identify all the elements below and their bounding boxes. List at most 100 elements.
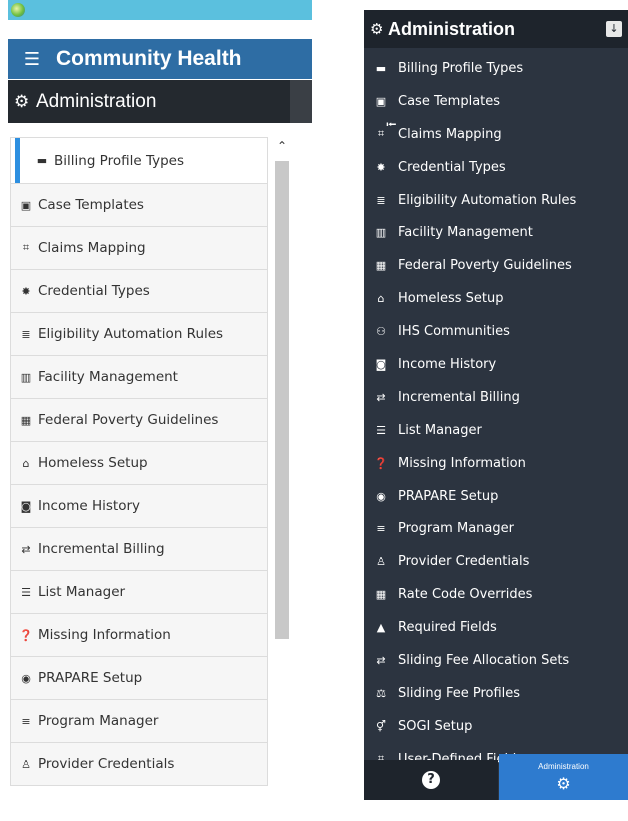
menu-item-label: Provider Credentials [398,554,530,570]
section-header[interactable]: ⚙ Administration [8,80,312,123]
menu-item[interactable]: ▲ Required Fields [364,611,628,644]
list-icon: ☰ [376,423,386,437]
menu-item-label: PRAPARE Setup [398,488,499,504]
menu-item[interactable]: ⚖ Sliding Fee Profiles [364,677,628,710]
sliders-icon: ≣ [376,193,386,207]
menu-item[interactable]: ☰ List Manager [364,414,628,447]
section-header-side [290,80,312,123]
home-icon: ⌂ [22,456,30,470]
user-circle-icon: ◉ [376,489,386,503]
administration-button[interactable]: Administration ⚙ [499,754,628,800]
menu-item[interactable]: ✸ Credential Types [364,151,628,184]
table-icon: ▦ [375,259,387,273]
administration-button-label: Administration [538,762,589,771]
menu-item[interactable]: ⚇ IHS Communities [364,315,628,348]
app-logo-icon[interactable] [11,3,25,17]
user-md-icon: ♙ [376,555,386,569]
menu-item[interactable]: ▥ Facility Management [364,216,628,249]
app-title: Community Health [56,47,242,70]
sliders-icon: ≣ [21,327,31,341]
question-circle-icon: ❓ [374,456,388,470]
scrollbar[interactable]: ⌃ [273,137,291,639]
menu-item[interactable]: ⌗ Claims Mapping [364,118,628,151]
bottom-nav: ? Administration ⚙ [364,754,628,800]
menu-item[interactable]: ≣ Eligibility Automation Rules [364,184,628,217]
menu-item-label: Incremental Billing [398,389,520,405]
menu-item[interactable]: ❓ Missing Information [10,614,268,657]
menu-item-label: Billing Profile Types [398,60,524,76]
menu-item[interactable]: ▣ Case Templates [364,85,628,118]
calculator-icon: ▦ [375,588,387,602]
hamburger-menu-icon[interactable]: ☰ [8,49,56,70]
menu-item[interactable]: ✸ Credential Types [10,270,268,313]
menu-item-label: Program Manager [38,713,159,729]
menu-item[interactable]: ⌗ Claims Mapping [10,227,268,270]
menu-item[interactable]: ☰ List Manager [10,571,268,614]
menu-item-label: PRAPARE Setup [38,670,143,686]
menu-item-label: Provider Credentials [38,756,175,772]
menu-item[interactable]: ♙ Provider Credentials [364,545,628,578]
building-icon: ▥ [20,370,32,384]
menu-item[interactable]: ◙ Income History [364,348,628,381]
menu-item-label: List Manager [38,584,126,600]
home-icon: ⌂ [377,292,385,306]
menu-item-label: Federal Poverty Guidelines [398,258,572,274]
admin-header: ⚙ Administration ↓ [364,10,628,48]
briefcase-icon: ▬ [375,61,387,75]
menu-item-label: Claims Mapping [38,240,146,256]
menu-item[interactable]: ⇄ Sliding Fee Allocation Sets [364,644,628,677]
exchange-icon: ⇄ [21,542,31,556]
menu-item[interactable]: ▦ Federal Poverty Guidelines [364,249,628,282]
admin-title: Administration [388,18,516,39]
admin-menu-list: ▬ Billing Profile Types ▣ Case Templates ⌗ Cl… [364,52,628,776]
menu-item[interactable]: ▦ Federal Poverty Guidelines [10,399,268,442]
menu-item[interactable]: ▬ Billing Profile Types [10,137,268,184]
menu-item[interactable]: ⇄ Incremental Billing [364,381,628,414]
right-panel: ⚙ Administration ↓ ▬ Billing Profile Type… [364,10,628,800]
menu-item[interactable]: ≡ Program Manager [10,700,268,743]
menu-item[interactable]: ▣ Case Templates [10,184,268,227]
menu-item[interactable]: ♙ Provider Credentials [10,743,268,786]
user-md-icon: ♙ [21,757,31,771]
menu-item-label: Required Fields [398,620,497,636]
section-title: Administration [36,90,157,112]
tasks-icon: ≡ [376,522,386,536]
menu-item-label: Facility Management [38,369,178,385]
building-icon: ▥ [375,226,387,240]
menu-item-label: Eligibility Automation Rules [398,192,577,208]
genderless-icon: ⚥ [376,719,386,733]
scrollbar-thumb[interactable] [275,161,289,639]
menu-item[interactable]: ▬ Billing Profile Types [364,52,628,85]
list-icon: ☰ [21,585,31,599]
money-icon: ◙ [375,357,387,371]
help-button[interactable]: ? [364,760,498,800]
menu-item-label: Sliding Fee Allocation Sets [398,652,570,668]
menu-item-label: Credential Types [38,283,150,299]
menu-item[interactable]: ◉ PRAPARE Setup [364,480,628,513]
money-icon: ◙ [20,499,32,513]
menu-item[interactable]: ≣ Eligibility Automation Rules [10,313,268,356]
question-circle-icon: ❓ [19,628,33,642]
menu-item[interactable]: ⇄ Incremental Billing [10,528,268,571]
menu-item[interactable]: ▦ Rate Code Overrides [364,578,628,611]
certificate-icon: ✸ [376,160,386,174]
menu-item[interactable]: ≡ Program Manager [364,512,628,545]
menu-item[interactable]: ⚥ SOGI Setup [364,710,628,743]
menu-item[interactable]: ⌂ Homeless Setup [364,282,628,315]
menu-item-label: Federal Poverty Guidelines [38,412,219,428]
menu-item-label: Incremental Billing [38,541,165,557]
briefcase-icon: ▬ [36,154,48,167]
menu-item[interactable]: ▥ Facility Management [10,356,268,399]
menu-item[interactable]: ◙ Income History [10,485,268,528]
menu-item[interactable]: ◉ PRAPARE Setup [10,657,268,700]
menu-item-label: Facility Management [398,225,533,241]
menu-item-label: List Manager [398,422,482,438]
scroll-up-icon[interactable]: ⌃ [273,137,291,155]
menu-item-label: SOGI Setup [398,718,473,734]
arrow-down-icon[interactable]: ↓ [606,21,622,37]
menu-item[interactable]: ❓ Missing Information [364,447,628,480]
menu-item[interactable]: ⌂ Homeless Setup [10,442,268,485]
exchange-icon: ⇄ [376,653,386,667]
map-grid-icon: ⌗ [22,241,30,254]
top-bar [8,0,312,20]
